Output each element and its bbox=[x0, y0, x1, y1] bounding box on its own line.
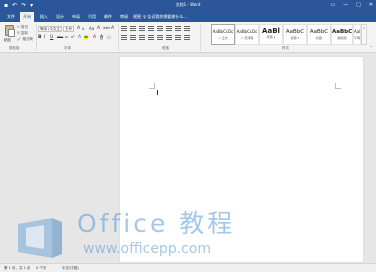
style-subtitle[interactable]: AaBbC 副标题 bbox=[331, 24, 353, 45]
tab-review[interactable]: 审阅 bbox=[117, 12, 131, 22]
style-sample: AaBbC bbox=[285, 29, 305, 35]
office-logo-icon bbox=[18, 218, 62, 258]
superscript-button[interactable]: x² bbox=[71, 35, 74, 40]
page-count[interactable]: 第 1 页，共 1 页 bbox=[4, 266, 30, 270]
maximize-button[interactable]: □ bbox=[356, 1, 361, 10]
clipboard-group-label: 剪贴板 bbox=[9, 46, 20, 50]
font-name-select[interactable]: 等线 (中文正文) bbox=[38, 26, 62, 32]
ribbon-tab-bar: 文件 开始 插入 设计 布局 引用 邮件 审阅 视图 ♀ 告诉我你想要做什么..… bbox=[0, 11, 376, 22]
title-bar: ▪ ↶ ↷ ▾ 文档1 - Word ▭ — □ ✕ bbox=[0, 0, 376, 11]
style-sample: AaBbCcDc bbox=[236, 29, 258, 34]
highlight-button[interactable]: ab bbox=[84, 35, 89, 40]
style-sample: AaBbC bbox=[332, 29, 352, 35]
sort-icon[interactable] bbox=[175, 26, 181, 31]
style-no-spacing[interactable]: AaBbCcDc ↵ 无间隔 bbox=[235, 24, 259, 45]
copy-button[interactable]: ⎘ 复制 bbox=[17, 31, 28, 35]
close-button[interactable]: ✕ bbox=[369, 1, 373, 10]
style-title[interactable]: AaBbC 标题 bbox=[307, 24, 331, 45]
ribbon-display-options-button[interactable]: ▭ bbox=[330, 1, 335, 10]
tell-me-search[interactable]: ♀ 告诉我你想要做什么... bbox=[143, 12, 187, 22]
paste-button[interactable]: 粘贴 bbox=[4, 38, 11, 42]
grow-font-button[interactable]: A bbox=[77, 26, 80, 31]
align-right-icon[interactable] bbox=[139, 35, 145, 40]
tab-file[interactable]: 文件 bbox=[4, 12, 18, 22]
change-case-button[interactable]: Aa bbox=[89, 26, 94, 31]
font-color-button[interactable]: A bbox=[93, 35, 96, 40]
tab-design[interactable]: 设计 bbox=[53, 12, 67, 22]
bullets-icon[interactable] bbox=[121, 26, 127, 31]
borders-icon[interactable] bbox=[184, 35, 190, 40]
chinese-layout-icon[interactable] bbox=[166, 26, 172, 31]
italic-button[interactable]: I bbox=[44, 35, 45, 40]
styles-gallery-more-button[interactable]: ▾ bbox=[361, 24, 367, 45]
word-count[interactable]: 0 个字 bbox=[36, 266, 46, 270]
language-indicator[interactable]: 中文(中国) bbox=[62, 266, 79, 270]
window-title: 文档1 - Word bbox=[175, 2, 201, 7]
clear-formatting-button[interactable]: A bbox=[97, 26, 100, 31]
style-name: ↵ 正文 bbox=[218, 36, 228, 40]
phonetic-guide-button[interactable]: wén bbox=[103, 26, 110, 31]
collapse-ribbon-icon[interactable]: ⌃ bbox=[370, 46, 373, 50]
character-shading-button[interactable]: A bbox=[100, 35, 104, 40]
window-controls: ▭ — □ ✕ bbox=[330, 1, 373, 10]
style-name: ↵ 无间隔 bbox=[240, 36, 254, 40]
group-divider bbox=[36, 24, 37, 51]
show-marks-icon[interactable] bbox=[184, 26, 190, 31]
style-name: 标题 bbox=[315, 36, 322, 40]
group-divider bbox=[200, 24, 201, 51]
shading-icon[interactable] bbox=[175, 35, 181, 40]
style-heading-2[interactable]: AaBbC 标题 2 bbox=[283, 24, 307, 45]
style-name: 标题 1 bbox=[266, 35, 276, 39]
shrink-font-button[interactable]: A bbox=[82, 27, 84, 32]
line-spacing-icon[interactable] bbox=[166, 35, 172, 40]
increase-indent-icon[interactable] bbox=[157, 26, 163, 31]
style-sample: AaBbCcD bbox=[354, 29, 360, 34]
justify-icon[interactable] bbox=[148, 35, 154, 40]
tab-home[interactable]: 开始 bbox=[20, 12, 34, 22]
watermark-url: www.officepp.com bbox=[83, 241, 212, 257]
style-name: 标题 2 bbox=[290, 36, 300, 40]
style-sample: AaBl bbox=[262, 27, 280, 35]
strikethrough-button[interactable]: abc bbox=[57, 35, 63, 40]
style-normal[interactable]: AaBbCcDc ↵ 正文 bbox=[211, 24, 235, 45]
bold-button[interactable]: B bbox=[38, 35, 41, 40]
tab-references[interactable]: 引用 bbox=[85, 12, 99, 22]
tab-layout[interactable]: 布局 bbox=[69, 12, 83, 22]
tab-mailings[interactable]: 邮件 bbox=[101, 12, 115, 22]
ribbon-home: 粘贴 ✂ 剪切 ⎘ 复制 🖌 格式刷 剪贴板 等线 (中文正文) 五号 A A … bbox=[0, 22, 376, 53]
tab-view[interactable]: 视图 bbox=[130, 12, 144, 22]
status-bar: 第 1 页，共 1 页 0 个字 中文(中国) bbox=[0, 263, 376, 272]
style-subtle-emphasis[interactable]: AaBbCcD 不明显强调 bbox=[353, 24, 361, 45]
group-divider bbox=[118, 24, 119, 51]
watermark-title: Office 教程 bbox=[77, 209, 236, 238]
margin-marker-top-left bbox=[149, 83, 155, 89]
paragraph-group-label: 段落 bbox=[162, 46, 169, 50]
paste-icon[interactable] bbox=[5, 25, 15, 37]
subscript-button[interactable]: x₂ bbox=[65, 35, 68, 40]
format-painter-button[interactable]: 🖌 格式刷 bbox=[17, 37, 33, 41]
minimize-button[interactable]: — bbox=[343, 1, 348, 10]
enclose-characters-button[interactable]: ㊀ bbox=[107, 35, 111, 40]
distributed-icon[interactable] bbox=[157, 35, 163, 40]
cut-button[interactable]: ✂ 剪切 bbox=[17, 25, 28, 29]
decrease-indent-icon[interactable] bbox=[148, 26, 154, 31]
numbering-icon[interactable] bbox=[130, 26, 136, 31]
style-name: 不明显强调 bbox=[354, 36, 361, 40]
font-group-label: 字体 bbox=[64, 46, 71, 50]
align-center-icon[interactable] bbox=[130, 35, 136, 40]
text-cursor bbox=[157, 90, 158, 95]
multilevel-list-icon[interactable] bbox=[139, 26, 145, 31]
underline-button[interactable]: U bbox=[50, 35, 53, 40]
styles-group-label: 样式 bbox=[282, 46, 289, 50]
style-sample: AaBbCcDc bbox=[212, 29, 234, 34]
style-heading-1[interactable]: AaBl 标题 1 bbox=[259, 24, 283, 45]
align-left-icon[interactable] bbox=[121, 35, 127, 40]
font-size-select[interactable]: 五号 bbox=[63, 26, 74, 32]
style-name: 副标题 bbox=[337, 36, 347, 40]
margin-marker-top-right bbox=[335, 83, 341, 89]
character-border-button[interactable]: A bbox=[111, 26, 114, 31]
text-effects-button[interactable]: A bbox=[78, 35, 81, 40]
tab-insert[interactable]: 插入 bbox=[37, 12, 51, 22]
style-sample: AaBbC bbox=[309, 29, 329, 35]
